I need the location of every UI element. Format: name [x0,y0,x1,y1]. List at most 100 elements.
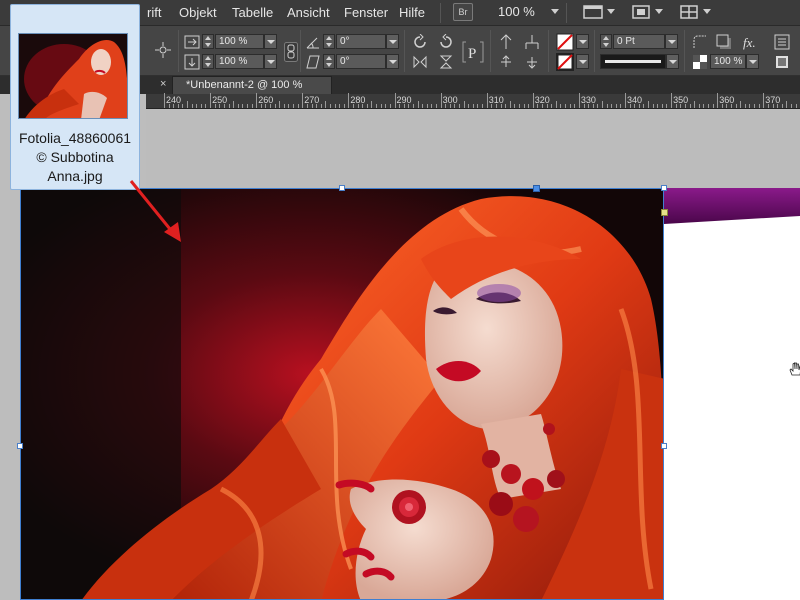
stroke-none-icon[interactable] [556,53,574,71]
menu-fenster[interactable]: Fenster [344,5,388,20]
bridge-button[interactable]: Br [453,3,473,21]
constrain-proportions-icon[interactable] [284,42,298,62]
shear-angle-icon [306,55,320,69]
ruler-minor-tick [408,104,410,108]
close-tab-icon[interactable]: × [160,78,166,90]
paragraph-p-icon[interactable]: P [462,41,484,63]
selection-handle-top[interactable] [339,185,345,191]
ruler-minor-tick [316,104,318,108]
ruler-minor-tick [523,104,525,108]
shear-field[interactable]: 0° [336,54,386,69]
placed-image-frame[interactable] [20,188,664,600]
stroke-weight-stepper[interactable] [600,34,612,49]
stroke-type-field[interactable] [600,54,666,69]
fill-dropdown[interactable] [576,34,589,49]
corner-options-icon[interactable] [692,34,708,50]
scale-y-dropdown[interactable] [264,54,277,69]
ruler-minor-tick [251,104,253,108]
drop-shadow-icon[interactable] [716,34,732,50]
ruler-minor-tick [611,104,613,108]
content-grabber-handle[interactable] [533,185,540,192]
select-previous-icon[interactable] [498,54,514,70]
shear-dropdown[interactable] [386,54,399,69]
document-page[interactable] [664,188,800,600]
fill-none-icon[interactable] [556,33,574,51]
ruler-minor-tick [546,104,548,108]
zoom-level[interactable]: 100 % [498,4,535,19]
reference-point-icon[interactable] [155,42,171,58]
tab-document[interactable]: *Unbenannt-2 @ 100 % [172,76,332,94]
rotate-clockwise-icon[interactable] [412,34,428,50]
arrange-documents-caret-icon[interactable] [703,9,711,14]
opacity-field[interactable]: 100 % [710,54,746,69]
ruler-minor-tick [680,104,682,108]
menu-schrift[interactable]: rift [147,5,161,20]
ruler-minor-tick [412,104,414,108]
view-options-caret-icon[interactable] [607,9,615,14]
purple-shape[interactable] [664,188,800,228]
scale-x-field[interactable]: 100 % [215,34,264,49]
ruler-minor-tick [325,101,327,108]
ruler-minor-tick [744,104,746,108]
rotation-stepper[interactable] [323,34,335,49]
select-container-icon[interactable] [498,34,514,50]
text-frame-options-icon[interactable] [774,34,790,50]
auto-fit-icon[interactable] [774,54,790,70]
zoom-dropdown-icon[interactable] [551,9,559,14]
ruler-minor-tick [463,101,465,108]
opacity-dropdown[interactable] [746,54,759,69]
menu-tabelle[interactable]: Tabelle [232,5,273,20]
rotation-dropdown[interactable] [386,34,399,49]
ruler-minor-tick [293,104,295,108]
control-separator [404,30,405,72]
stroke-weight-dropdown[interactable] [665,34,678,49]
menu-ansicht[interactable]: Ansicht [287,5,330,20]
ruler-minor-tick [684,104,686,108]
control-separator [490,30,491,72]
ruler-major-tick [210,93,212,108]
ruler-minor-tick [758,104,760,108]
ruler-major-tick [532,93,534,108]
ruler-minor-tick [435,104,437,108]
menu-objekt[interactable]: Objekt [179,5,217,20]
ruler-minor-tick [509,101,511,108]
ruler-major-tick [394,93,396,108]
ruler-minor-tick [205,104,207,108]
scale-y-field[interactable]: 100 % [215,54,264,69]
stroke-weight-field[interactable]: 0 Pt [613,34,665,49]
flip-vertical-icon[interactable] [438,54,454,70]
ruler-minor-tick [542,104,544,108]
select-content-icon[interactable] [524,34,540,50]
rotation-field[interactable]: 0° [336,34,386,49]
horizontal-ruler[interactable]: 240 250 260 270 280 290 300 310 320 330 340 350 360 3… [146,93,800,109]
ruler-minor-tick [500,104,502,108]
screen-mode-caret-icon[interactable] [655,9,663,14]
screen-mode-icon[interactable] [631,4,653,20]
selection-handle-left[interactable] [17,443,23,449]
stroke-type-dropdown[interactable] [666,54,679,69]
ruler-minor-tick [657,104,659,108]
menu-hilfe[interactable]: Hilfe [399,5,425,20]
rotation-angle-icon [306,37,319,49]
ruler-minor-tick [385,104,387,108]
shear-stepper[interactable] [323,54,335,69]
selection-handle-top-right[interactable] [661,185,667,191]
selection-handle-right[interactable] [661,443,667,449]
stroke-dropdown[interactable] [576,54,589,69]
select-next-icon[interactable] [524,54,540,70]
ruler-minor-tick [795,104,797,108]
effects-fx-icon[interactable]: fx. [742,34,762,50]
arrange-documents-icon[interactable] [679,4,701,20]
ruler-minor-tick [173,104,175,108]
view-options-icon[interactable] [583,4,605,20]
caption-filename: Fotolia_48860061 [18,130,132,146]
flip-horizontal-icon[interactable] [412,54,428,70]
scale-y-stepper[interactable] [202,54,214,69]
rotate-counterclockwise-icon[interactable] [438,34,454,50]
live-corner-handle[interactable] [661,209,668,216]
ruler-minor-tick [569,104,571,108]
scale-x-stepper[interactable] [202,34,214,49]
scale-x-dropdown[interactable] [264,34,277,49]
ruler-minor-tick [643,104,645,108]
control-separator [178,30,179,72]
